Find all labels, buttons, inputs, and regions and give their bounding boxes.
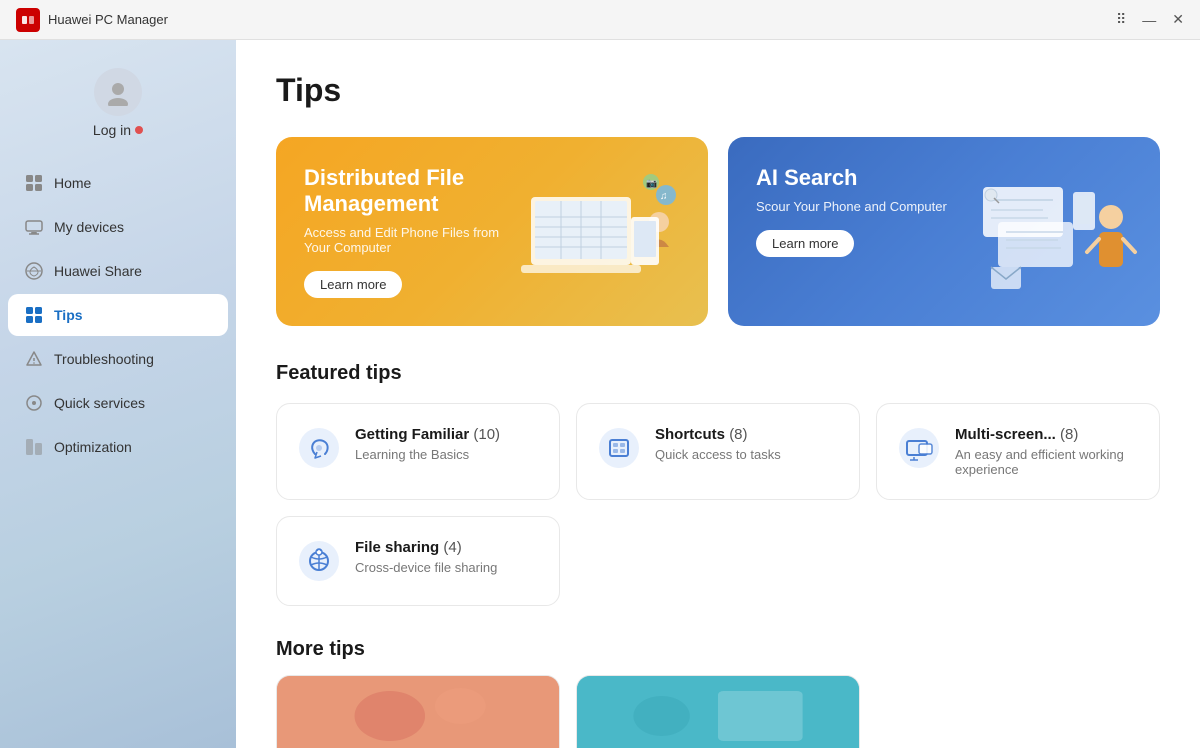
- banner-ai-title: AI Search: [756, 165, 982, 191]
- home-icon: [24, 173, 44, 193]
- page-title: Tips: [276, 72, 1160, 109]
- sidebar-item-my-devices-label: My devices: [54, 219, 124, 235]
- banner-distributed-illustration: ♫ 📷: [504, 137, 698, 326]
- tip-card-multi-screen[interactable]: Multi-screen... (8) An easy and efficien…: [876, 403, 1160, 500]
- more-tips-grid: Windows tips: [276, 675, 1160, 748]
- more-tips-title: More tips: [276, 638, 1160, 661]
- sidebar-item-quick-services[interactable]: Quick services: [8, 382, 228, 424]
- more-tip-thumb-1: [277, 676, 559, 748]
- sidebar-item-optimization-label: Optimization: [54, 439, 132, 455]
- titlebar: Huawei PC Manager ⠿ — ✕: [0, 0, 1200, 40]
- grid-icon[interactable]: ⠿: [1116, 11, 1126, 28]
- tip-card-getting-familiar[interactable]: Getting Familiar (10) Learning the Basic…: [276, 403, 560, 500]
- close-button[interactable]: ✕: [1172, 11, 1184, 28]
- tip-info-multi-screen: Multi-screen... (8) An easy and efficien…: [955, 426, 1139, 477]
- featured-tips-grid: Getting Familiar (10) Learning the Basic…: [276, 403, 1160, 500]
- sidebar-item-huawei-share[interactable]: Huawei Share: [8, 250, 228, 292]
- sidebar-item-quick-services-label: Quick services: [54, 395, 145, 411]
- tip-desc-shortcuts: Quick access to tasks: [655, 447, 781, 462]
- banner-distributed-file[interactable]: Distributed File Management Access and E…: [276, 137, 708, 326]
- tip-desc-multi-screen: An easy and efficient working experience: [955, 447, 1139, 477]
- tip-name-multi-screen: Multi-screen... (8): [955, 426, 1139, 443]
- quick-services-icon: [24, 393, 44, 413]
- login-status-dot: [135, 126, 143, 134]
- tip-desc-getting-familiar: Learning the Basics: [355, 447, 500, 462]
- tip-name-getting-familiar: Getting Familiar (10): [355, 426, 500, 443]
- content-area: Tips Distributed File Management Access …: [236, 40, 1200, 748]
- sidebar-item-optimization[interactable]: Optimization: [8, 426, 228, 468]
- sidebar-item-huawei-share-label: Huawei Share: [54, 263, 142, 279]
- tip-card-file-sharing[interactable]: File sharing (4) Cross-device file shari…: [276, 516, 560, 606]
- tip-name-file-sharing: File sharing (4): [355, 539, 497, 556]
- multi-screen-icon: [897, 426, 941, 470]
- featured-tips-row2: File sharing (4) Cross-device file shari…: [276, 516, 1160, 606]
- sidebar-item-home-label: Home: [54, 175, 91, 191]
- tip-info-shortcuts: Shortcuts (8) Quick access to tasks: [655, 426, 781, 462]
- featured-tips-title: Featured tips: [276, 362, 1160, 385]
- banner-distributed-btn[interactable]: Learn more: [304, 271, 402, 298]
- sidebar-item-my-devices[interactable]: My devices: [8, 206, 228, 248]
- more-tip-thumb-2: [577, 676, 859, 748]
- huawei-share-icon: [24, 261, 44, 281]
- more-tip-card-2[interactable]: Windows tips: [576, 675, 860, 748]
- banner-ai-btn[interactable]: Learn more: [756, 230, 854, 257]
- shortcuts-icon: [597, 426, 641, 470]
- sidebar-item-troubleshooting[interactable]: Troubleshooting: [8, 338, 228, 380]
- svg-text:📷: 📷: [646, 178, 657, 188]
- tip-card-shortcuts[interactable]: Shortcuts (8) Quick access to tasks: [576, 403, 860, 500]
- nav-items: Home My devices: [0, 162, 236, 468]
- optimization-icon: [24, 437, 44, 457]
- svg-text:♫: ♫: [660, 191, 668, 202]
- sidebar-item-home[interactable]: Home: [8, 162, 228, 204]
- getting-familiar-icon: [297, 426, 341, 470]
- tip-name-shortcuts: Shortcuts (8): [655, 426, 781, 443]
- sidebar-item-tips[interactable]: Tips: [8, 294, 228, 336]
- main-layout: Log in Home: [0, 40, 1200, 748]
- more-tip-card-1[interactable]: [276, 675, 560, 748]
- banner-section: Distributed File Management Access and E…: [276, 137, 1160, 326]
- login-label[interactable]: Log in: [93, 122, 131, 138]
- sidebar: Log in Home: [0, 40, 236, 748]
- banner-ai-search[interactable]: AI Search Scour Your Phone and Computer …: [728, 137, 1160, 326]
- banner-distributed-title: Distributed File Management: [304, 165, 530, 217]
- sidebar-item-troubleshooting-label: Troubleshooting: [54, 351, 154, 367]
- app-title: Huawei PC Manager: [48, 12, 168, 27]
- banner-ai-desc: Scour Your Phone and Computer: [756, 199, 974, 214]
- sidebar-item-tips-label: Tips: [54, 307, 83, 323]
- avatar: [94, 68, 142, 116]
- sidebar-profile: Log in: [0, 56, 236, 162]
- login-row: Log in: [93, 122, 143, 138]
- banner-ai-illustration: [956, 137, 1150, 326]
- minimize-button[interactable]: —: [1142, 12, 1156, 28]
- tip-info-getting-familiar: Getting Familiar (10) Learning the Basic…: [355, 426, 500, 462]
- troubleshooting-icon: [24, 349, 44, 369]
- file-sharing-icon: [297, 539, 341, 583]
- tip-desc-file-sharing: Cross-device file sharing: [355, 560, 497, 575]
- banner-distributed-desc: Access and Edit Phone Files from Your Co…: [304, 225, 522, 255]
- window-controls: ⠿ — ✕: [1116, 11, 1184, 28]
- tip-info-file-sharing: File sharing (4) Cross-device file shari…: [355, 539, 497, 575]
- tips-icon: [24, 305, 44, 325]
- titlebar-left: Huawei PC Manager: [16, 8, 168, 32]
- app-logo: [16, 8, 40, 32]
- my-devices-icon: [24, 217, 44, 237]
